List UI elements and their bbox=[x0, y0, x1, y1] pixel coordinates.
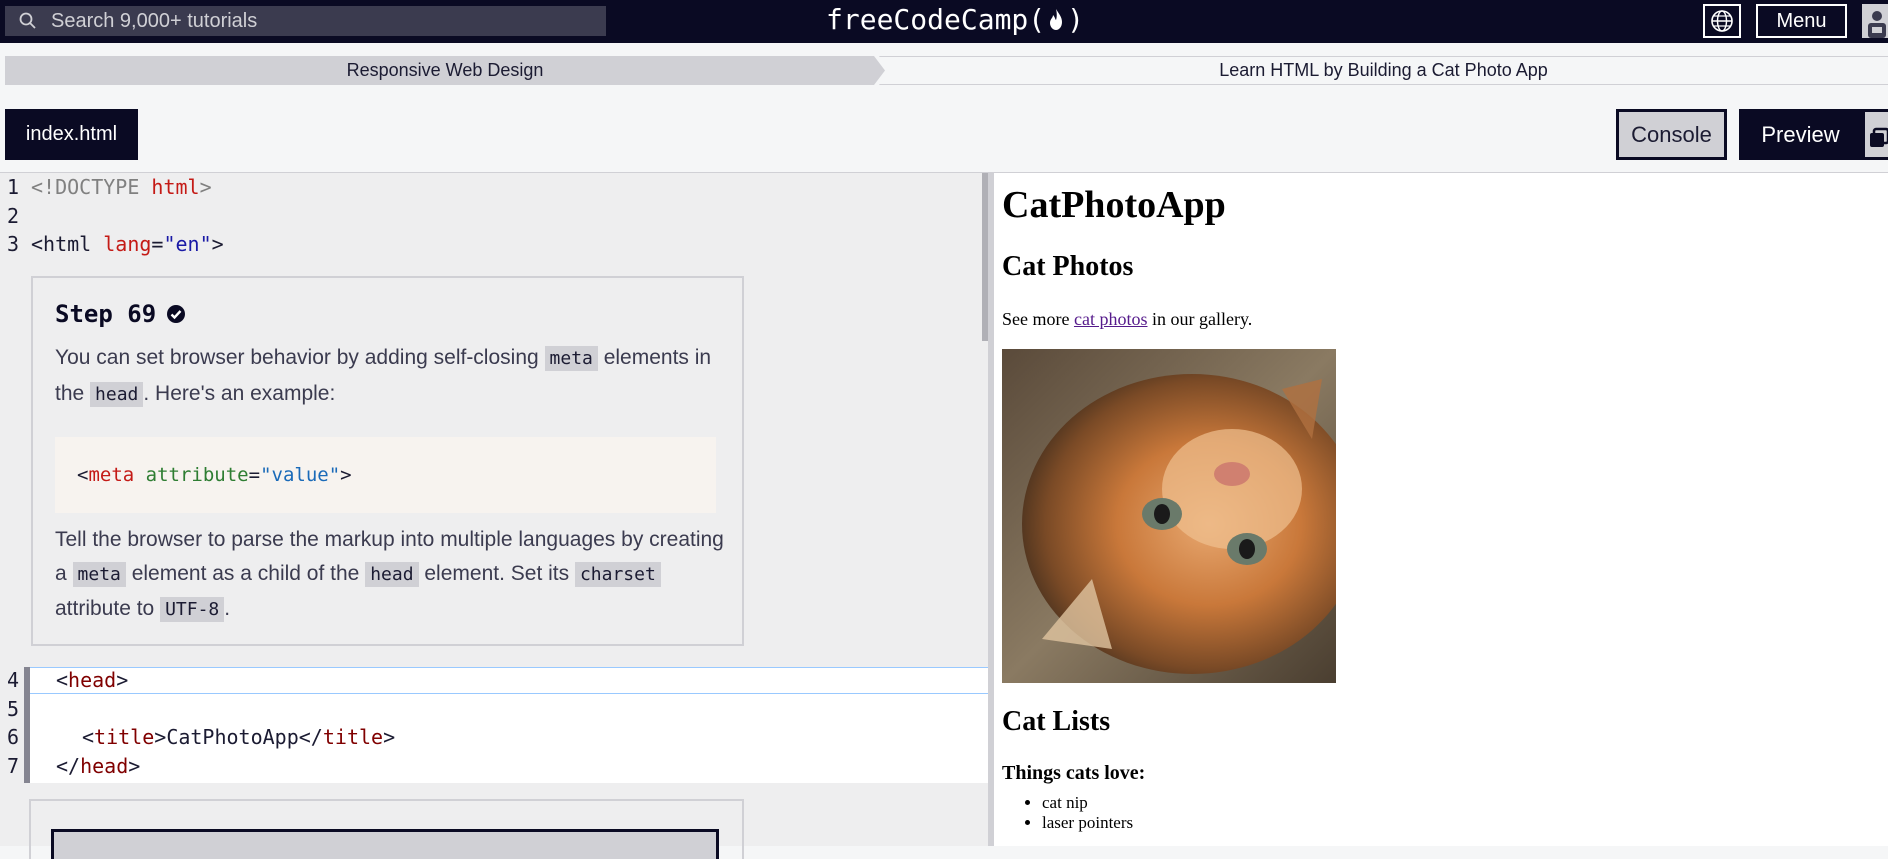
step-instructions-2: Tell the browser to parse the markup int… bbox=[55, 523, 735, 627]
code-token: </ bbox=[298, 725, 323, 749]
code-token: = bbox=[151, 232, 164, 256]
preview-heading-cat-photos: Cat Photos bbox=[1002, 251, 1134, 282]
code-example: < meta attribute = "value" > bbox=[55, 437, 716, 513]
code-token: > bbox=[383, 725, 396, 749]
inline-code: meta bbox=[72, 562, 126, 587]
step-description: Step 69 You can set browser behavior by … bbox=[31, 276, 744, 646]
popout-icon bbox=[1870, 127, 1888, 147]
check-circle-icon bbox=[167, 305, 186, 323]
tab-index-html[interactable]: index.html bbox=[5, 109, 138, 160]
inline-code: meta bbox=[544, 346, 598, 371]
code-line-6[interactable]: <title>CatPhotoApp</title> bbox=[82, 725, 395, 749]
breadcrumb: Responsive Web Design Learn HTML by Buil… bbox=[0, 56, 1888, 85]
code-token: lang bbox=[103, 232, 152, 256]
code-token: > bbox=[340, 464, 352, 486]
preview-button[interactable]: Preview bbox=[1739, 109, 1862, 160]
preview-pane: CatPhotoApp Cat Photos See more cat phot… bbox=[994, 173, 1888, 846]
logo-text-right: ) bbox=[1067, 3, 1085, 36]
code-token: <html bbox=[31, 232, 104, 256]
code-line-3[interactable]: <html lang="en"> bbox=[31, 232, 224, 256]
text: You can set browser behavior by adding s… bbox=[55, 346, 545, 369]
code-token: "value" bbox=[260, 464, 341, 486]
inline-code: head bbox=[90, 382, 144, 407]
cat-photo-image[interactable] bbox=[1002, 349, 1336, 683]
text: . Here's an example: bbox=[143, 382, 336, 405]
code-line-7[interactable]: </head> bbox=[56, 754, 140, 778]
flame-icon bbox=[1050, 8, 1063, 30]
code-token: </ bbox=[56, 754, 81, 778]
top-nav: Search 9,000+ tutorials freeCodeCamp( ) … bbox=[0, 0, 1888, 43]
user-avatar-icon bbox=[1862, 4, 1888, 38]
console-button[interactable]: Console bbox=[1616, 109, 1727, 160]
search-input[interactable]: Search 9,000+ tutorials bbox=[5, 6, 606, 36]
globe-icon bbox=[1711, 10, 1733, 32]
check-code-button[interactable] bbox=[51, 829, 719, 859]
code-token: = bbox=[248, 464, 261, 486]
inline-code: head bbox=[365, 562, 419, 587]
list-item: laser pointers bbox=[1042, 813, 1133, 833]
active-line-highlight bbox=[30, 667, 988, 694]
preview-heading-things-cats-love: Things cats love: bbox=[1002, 762, 1146, 784]
code-token: head bbox=[68, 668, 117, 692]
step-title-text: Step 69 bbox=[55, 300, 157, 328]
text: in our gallery. bbox=[1147, 309, 1253, 329]
text: element as a child of the bbox=[125, 562, 366, 585]
code-token: > bbox=[154, 725, 167, 749]
code-token: > bbox=[211, 232, 224, 256]
code-token: <!DOCTYPE bbox=[31, 175, 152, 199]
line-number: 2 bbox=[7, 204, 20, 228]
line-number: 7 bbox=[7, 754, 20, 778]
code-editor[interactable]: 1 <!DOCTYPE html> 2 3 <html lang="en"> S… bbox=[0, 173, 988, 859]
cat-photo bbox=[1002, 349, 1336, 683]
freecodecamp-logo[interactable]: freeCodeCamp( ) bbox=[826, 3, 1084, 36]
menu-button[interactable]: Menu bbox=[1756, 4, 1847, 38]
breadcrumb-superblock[interactable]: Responsive Web Design bbox=[5, 56, 885, 85]
preview-list: cat nip laser pointers bbox=[1002, 793, 1133, 833]
code-token: > bbox=[116, 668, 129, 692]
text: See more bbox=[1002, 309, 1074, 329]
inline-code: UTF-8 bbox=[160, 597, 225, 622]
logo-text-left: freeCodeCamp( bbox=[826, 3, 1046, 36]
inline-code: charset bbox=[574, 562, 661, 587]
preview-heading-1: CatPhotoApp bbox=[1002, 184, 1226, 226]
code-line-4[interactable]: <head> bbox=[56, 668, 128, 692]
line-number: 5 bbox=[7, 697, 20, 721]
preview-paragraph: See more cat photos in our gallery. bbox=[1002, 309, 1252, 330]
line-number: 3 bbox=[7, 232, 20, 256]
cat-photos-link[interactable]: cat photos bbox=[1074, 309, 1148, 329]
code-token: "en" bbox=[163, 232, 212, 256]
text: . bbox=[224, 597, 231, 620]
preview-popout-button[interactable] bbox=[1862, 109, 1888, 160]
code-line-1[interactable]: <!DOCTYPE html> bbox=[31, 175, 212, 199]
avatar[interactable] bbox=[1862, 4, 1888, 38]
code-token: meta bbox=[88, 464, 135, 486]
code-token: title bbox=[94, 725, 155, 749]
line-number: 6 bbox=[7, 725, 20, 749]
code-token: CatPhotoApp bbox=[166, 725, 299, 749]
line-number: 4 bbox=[7, 668, 20, 692]
search-placeholder: Search 9,000+ tutorials bbox=[51, 9, 258, 32]
preview-heading-cat-lists: Cat Lists bbox=[1002, 706, 1111, 737]
code-token: > bbox=[199, 175, 212, 199]
breadcrumb-block[interactable]: Learn HTML by Building a Cat Photo App bbox=[879, 56, 1888, 85]
code-token: attribute bbox=[145, 464, 249, 486]
text: attribute to bbox=[55, 597, 161, 620]
text: element. Set its bbox=[418, 562, 575, 585]
list-item: cat nip bbox=[1042, 793, 1133, 813]
code-token: < bbox=[77, 464, 89, 486]
code-token: html bbox=[151, 175, 200, 199]
language-button[interactable] bbox=[1703, 4, 1741, 38]
step-instructions-1: You can set browser behavior by adding s… bbox=[55, 340, 735, 412]
line-number: 1 bbox=[7, 175, 20, 199]
code-token: < bbox=[82, 725, 95, 749]
code-token: title bbox=[322, 725, 384, 749]
code-token: < bbox=[56, 668, 69, 692]
search-icon bbox=[19, 12, 36, 29]
code-token: > bbox=[128, 754, 141, 778]
code-token: head bbox=[80, 754, 129, 778]
step-title: Step 69 bbox=[55, 300, 186, 328]
